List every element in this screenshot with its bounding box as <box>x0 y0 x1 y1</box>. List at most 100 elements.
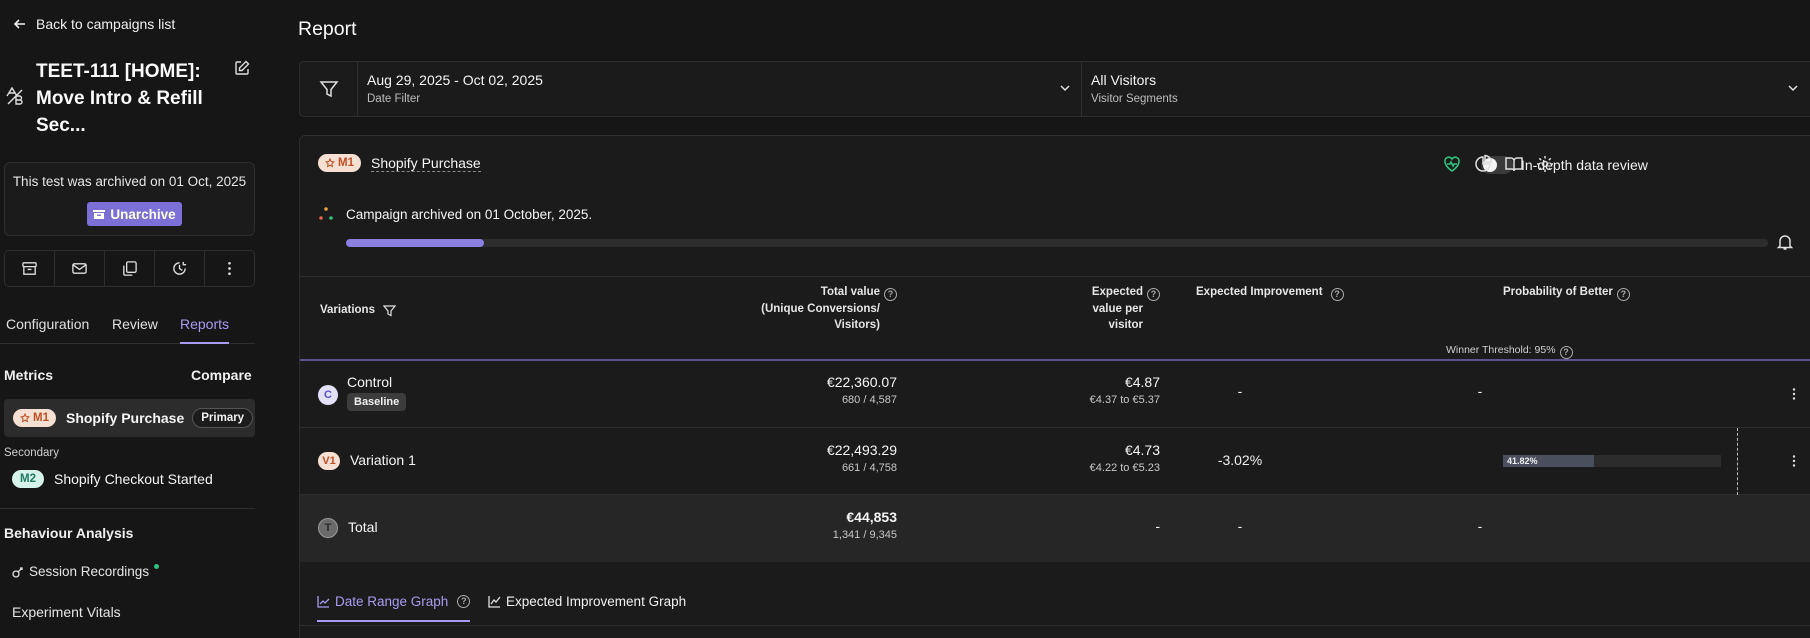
total-value-header-3: Visitors) <box>834 319 880 331</box>
secondary-metric-item[interactable]: M2 Shopify Checkout Started <box>12 470 213 488</box>
copy-icon <box>123 261 137 276</box>
improvement-header-label: Expected Improvement <box>1196 286 1323 298</box>
arrow-left-icon <box>13 19 25 29</box>
table-top-border <box>300 276 1810 277</box>
trend-chart-icon <box>488 596 501 608</box>
visitor-segments-dropdown[interactable]: All Visitors Visitor Segments <box>1082 62 1810 116</box>
total-value: €22,493.29 <box>826 442 897 458</box>
gear-icon[interactable] <box>1535 154 1555 174</box>
archive-action-button[interactable] <box>5 251 55 286</box>
expected-improvement-graph-label: Expected Improvement Graph <box>506 594 687 609</box>
secondary-metric-name: Shopify Checkout Started <box>53 471 213 487</box>
tab-configuration[interactable]: Configuration <box>6 316 89 342</box>
behaviour-analysis-heading: Behaviour Analysis <box>4 525 134 541</box>
expected-improvement: - <box>1237 383 1243 399</box>
back-label: Back to campaigns list <box>36 16 176 32</box>
table-row: V1 Variation 1 €22,493.29 661 / 4,758 €4… <box>300 428 1810 495</box>
baseline-badge: Baseline <box>347 393 407 411</box>
book-open-icon[interactable] <box>1504 154 1524 174</box>
bell-icon[interactable] <box>1776 233 1794 251</box>
variation-name: Control <box>347 374 393 390</box>
metric-badge-m1: M1 <box>13 409 56 427</box>
session-recordings-link[interactable]: Session Recordings <box>12 564 160 579</box>
tab-review[interactable]: Review <box>112 316 158 342</box>
unarchive-button[interactable]: Unarchive <box>87 202 182 226</box>
graph-tabs: Date Range Graph ? Expected Improvement … <box>300 586 1810 626</box>
total-value-header-1: Total value <box>820 286 880 298</box>
variations-header-label: Variations <box>320 304 375 316</box>
table-row: C Control Baseline €22,360.07 680 / 4,58… <box>300 361 1810 428</box>
expected-value: €4.73 <box>1124 442 1160 458</box>
date-filter-value: Aug 29, 2025 - Oct 02, 2025 <box>367 72 543 88</box>
more-actions-button[interactable] <box>205 251 254 286</box>
variation-badge-v1: V1 <box>318 452 340 470</box>
archive-notice: This test was archived on 01 Oct, 2025 U… <box>4 162 255 236</box>
help-icon[interactable]: ? <box>1147 288 1160 301</box>
conversions-ratio: 1,341 / 9,345 <box>832 529 897 541</box>
primary-metric-item[interactable]: M1 Shopify Purchase Primary <box>4 399 255 437</box>
metric-badge-m1: M1 <box>318 154 361 172</box>
winner-threshold-marker <box>1737 428 1738 495</box>
metric-badge-label: M1 <box>338 157 354 169</box>
expected-header-3: visitor <box>1108 319 1143 331</box>
unarchive-icon <box>93 210 106 219</box>
compare-button[interactable]: Compare <box>191 367 252 383</box>
duplicate-action-button[interactable] <box>105 251 155 286</box>
tab-date-range-graph[interactable]: Date Range Graph ? <box>317 594 471 622</box>
help-icon[interactable]: ? <box>1559 346 1573 359</box>
page-title: Report <box>298 18 357 40</box>
star-icon <box>325 158 335 168</box>
card-metric-header: M1 Shopify Purchase <box>318 154 481 172</box>
archive-notice-text: This test was archived on 01 Oct, 2025 <box>12 174 247 189</box>
expected-improvement: -3.02% <box>1217 452 1263 468</box>
history-action-button[interactable] <box>155 251 205 286</box>
session-recordings-label: Session Recordings <box>29 564 150 579</box>
expected-value: €4.87 <box>1124 374 1160 390</box>
date-filter-dropdown[interactable]: Aug 29, 2025 - Oct 02, 2025 Date Filter <box>358 62 1082 116</box>
line-chart-icon <box>317 596 330 608</box>
column-header-expected-improvement: Expected Improvement? <box>1196 284 1344 301</box>
column-header-total-value: Total value? (Unique Conversions/ Visito… <box>700 284 897 333</box>
help-icon[interactable]: ? <box>1330 288 1344 301</box>
status-dots-icon <box>319 207 333 220</box>
variation-name: Total <box>348 519 378 535</box>
filter-icon <box>382 304 396 316</box>
edit-icon[interactable] <box>234 60 250 76</box>
email-action-button[interactable] <box>55 251 105 286</box>
heart-pulse-icon[interactable] <box>1442 154 1462 174</box>
sidebar-divider <box>0 508 255 509</box>
test-title: TEET-111 [HOME]: Move Intro & Refill Sec… <box>36 61 203 136</box>
chevron-down-icon <box>1788 85 1798 92</box>
help-icon[interactable]: ? <box>457 595 471 608</box>
expected-range: €4.22 to €5.23 <box>1089 462 1160 474</box>
probability-of-better: - <box>1477 383 1483 399</box>
expected-header-2: value per <box>1092 303 1144 315</box>
column-header-variations[interactable]: Variations <box>320 302 396 318</box>
pie-chart-icon[interactable] <box>1473 154 1493 174</box>
card-metric-name[interactable]: Shopify Purchase <box>370 155 481 172</box>
tab-expected-improvement-graph[interactable]: Expected Improvement Graph <box>488 594 686 620</box>
more-vertical-icon <box>228 261 231 276</box>
unarchive-label: Unarchive <box>110 206 176 222</box>
help-icon[interactable]: ? <box>1616 288 1630 301</box>
segments-value: All Visitors <box>1091 72 1157 88</box>
campaign-progress-bar <box>346 239 1768 247</box>
primary-metric-name: Shopify Purchase <box>65 410 185 426</box>
experiment-vitals-link[interactable]: Experiment Vitals <box>12 604 121 620</box>
back-to-campaigns-link[interactable]: Back to campaigns list <box>12 16 175 32</box>
tab-reports[interactable]: Reports <box>180 316 230 344</box>
archived-text: Campaign archived on 01 October, 2025. <box>346 206 593 222</box>
metrics-heading: Metrics <box>4 367 54 383</box>
conversions-ratio: 661 / 4,758 <box>841 462 897 474</box>
filter-bar: Aug 29, 2025 - Oct 02, 2025 Date Filter … <box>299 61 1810 117</box>
date-range-graph-label: Date Range Graph <box>335 594 449 609</box>
variation-badge-control: C <box>318 385 338 405</box>
help-icon[interactable]: ? <box>884 288 897 301</box>
expected-value: - <box>1155 518 1160 534</box>
more-vertical-icon[interactable] <box>1786 453 1802 469</box>
total-value: €44,853 <box>846 509 897 525</box>
more-vertical-icon[interactable] <box>1786 386 1802 402</box>
ab-test-icon <box>6 86 23 105</box>
campaign-progress-fill <box>346 239 484 247</box>
filter-button[interactable] <box>300 62 358 116</box>
